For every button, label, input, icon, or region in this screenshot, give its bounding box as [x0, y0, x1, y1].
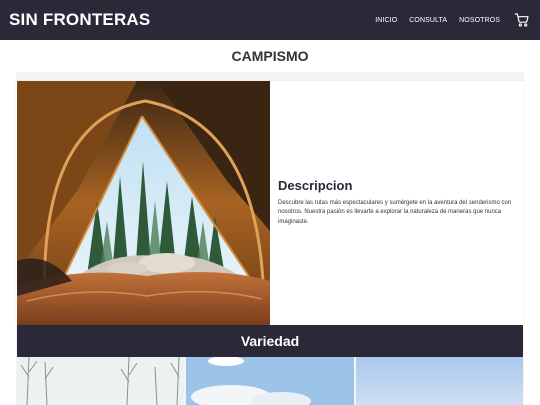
variety-heading: Variedad: [240, 333, 300, 349]
description-text: Descubre las rutas más espectaculares y …: [278, 200, 512, 225]
feature-panel: Descripcion Descubre las rutas más espec…: [16, 81, 524, 325]
content-card: Descripcion Descubre las rutas más espec…: [16, 72, 524, 405]
gallery-image-bare-trees[interactable]: [17, 357, 185, 405]
variety-gallery: [17, 357, 523, 405]
nav-link-inicio[interactable]: INICIO: [375, 17, 397, 24]
tent-forest-image: [17, 81, 270, 325]
brand-logo[interactable]: SIN FRONTERAS: [9, 10, 150, 30]
nav-menu: INICIO CONSULTA NOSOTROS: [363, 12, 530, 28]
description-block: Descripcion Descubre las rutas más espec…: [278, 178, 518, 227]
cart-icon[interactable]: [514, 12, 530, 28]
page-title: CAMPISMO: [231, 48, 309, 64]
top-navbar: SIN FRONTERAS INICIO CONSULTA NOSOTROS: [0, 0, 540, 40]
gallery-image-sky-clouds[interactable]: [186, 357, 354, 405]
description-heading: Descripcion: [278, 178, 353, 193]
nav-link-nosotros[interactable]: NOSOTROS: [459, 17, 500, 24]
nav-link-consulta[interactable]: CONSULTA: [409, 17, 447, 24]
gallery-image-blue-sky[interactable]: [355, 357, 523, 405]
variety-banner: Variedad: [17, 325, 523, 357]
